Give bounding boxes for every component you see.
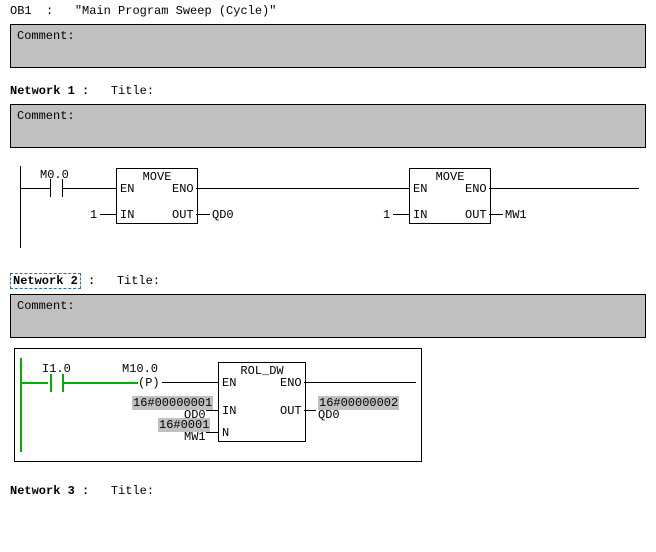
fbd-box-roldw[interactable]: ROL_DW [218,362,306,442]
comment-label: Comment: [17,29,75,43]
wire-active [64,382,138,384]
network-3-title-row: Network 3 : Title: [0,478,656,502]
port-out: OUT [465,208,487,222]
block-id: OB1 [10,4,32,18]
network-2-diagram[interactable]: I1.0 M10.0 (P) ROL_DW EN ENO IN OUT N 16… [10,348,646,468]
port-in: IN [413,208,427,222]
port-in: IN [120,208,134,222]
port-out: OUT [280,404,302,418]
in-value: 1 [383,208,390,222]
wire [489,188,639,189]
network-1-diagram[interactable]: M0.0 MOVE EN ENO IN OUT 1 QD0 MOVE EN EN… [10,158,646,258]
out-signal: MW1 [505,208,527,222]
contact-address: M0.0 [40,168,69,182]
network-1-title-text[interactable]: Title: [111,84,154,98]
wire [196,188,409,189]
wire [162,382,218,383]
sep: : [82,484,89,498]
sep: : [88,274,95,288]
sep: : [82,84,89,98]
n-signal: MW1 [184,430,206,444]
wire [304,410,316,411]
contact-address: I1.0 [42,362,71,376]
wire-active [20,382,48,384]
contact-open-left [50,179,51,197]
positive-edge-coil: (P) [138,376,160,390]
port-eno: ENO [280,376,302,390]
block-title: "Main Program Sweep (Cycle)" [75,4,277,18]
network-1-title-row: Network 1 : Title: [0,78,656,102]
wire [206,410,218,411]
network-2-comment-box[interactable]: Comment: [10,294,646,338]
contact-open-left [50,374,52,392]
port-out: OUT [172,208,194,222]
out-signal: QD0 [212,208,234,222]
wire [196,214,210,215]
block-comment-box[interactable]: Comment: [10,24,646,68]
port-in: IN [222,404,236,418]
in-value: 1 [90,208,97,222]
network-2-title-text[interactable]: Title: [117,274,160,288]
port-eno: ENO [172,182,194,196]
port-en: EN [413,182,427,196]
wire [100,214,116,215]
network-2-label[interactable]: Network 2 [10,273,81,289]
wire [62,188,116,189]
wire [20,188,50,189]
port-n: N [222,426,229,440]
out-signal: QD0 [318,408,340,422]
sep: : [39,4,68,18]
port-eno: ENO [465,182,487,196]
wire [206,432,218,433]
port-en: EN [222,376,236,390]
left-rail-active [20,358,22,452]
network-3-title-text[interactable]: Title: [111,484,154,498]
left-rail [20,166,21,248]
comment-label: Comment: [17,299,75,313]
block-header: OB1 : "Main Program Sweep (Cycle)" [0,0,656,22]
network-3-label[interactable]: Network 3 [10,484,75,498]
port-en: EN [120,182,134,196]
wire [489,214,503,215]
network-2-title-row: Network 2 : Title: [0,268,656,292]
wire [393,214,409,215]
pcoil-address: M10.0 [122,362,158,376]
comment-label: Comment: [17,109,75,123]
network-1-comment-box[interactable]: Comment: [10,104,646,148]
network-1-label[interactable]: Network 1 [10,84,75,98]
wire [304,382,416,383]
